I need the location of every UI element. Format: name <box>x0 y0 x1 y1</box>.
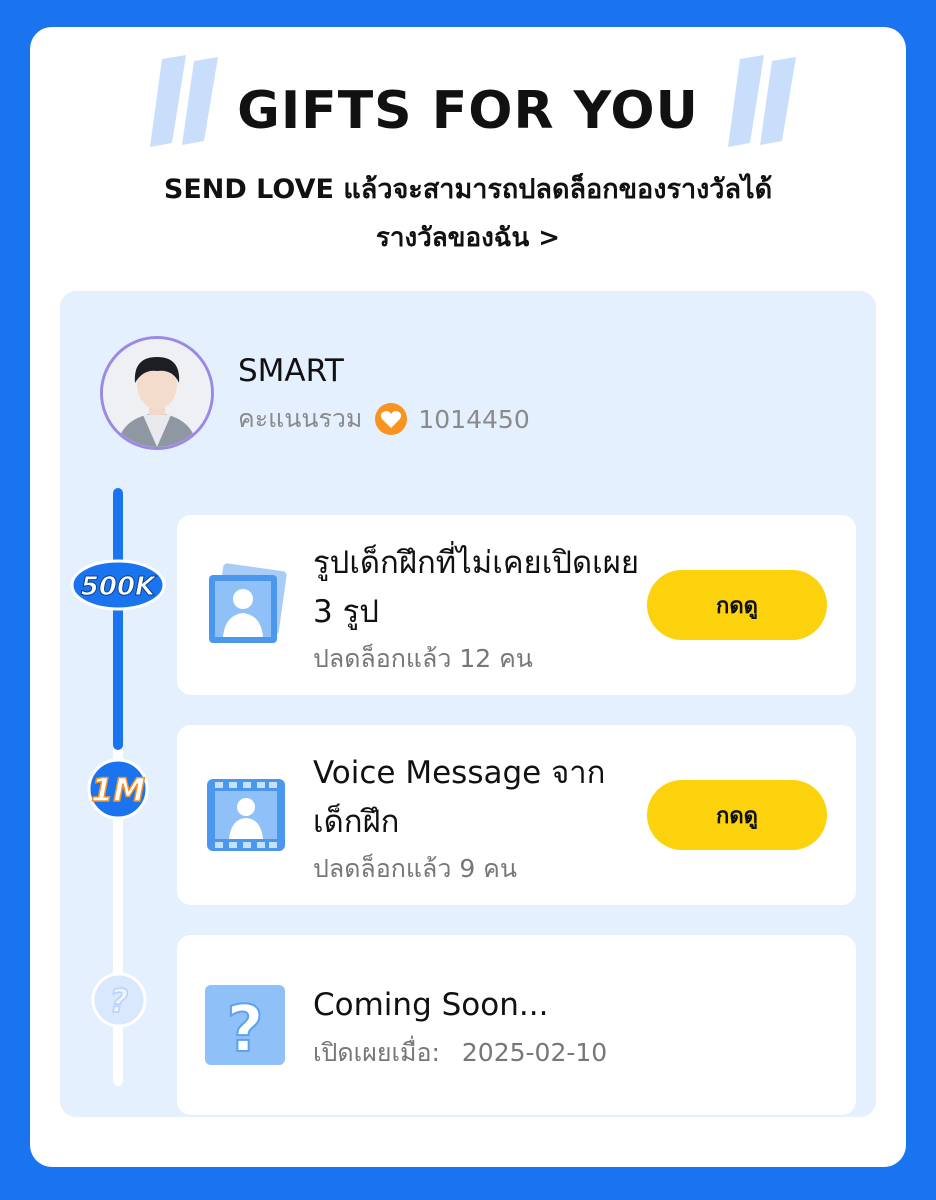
score-label: คะแนนรวม <box>238 404 363 433</box>
profile-name: SMART <box>238 353 344 389</box>
reward-unlock-count: ปลดล็อกแล้ว 9 คน <box>313 854 517 883</box>
milestone-badge-500k: 500K <box>70 559 166 611</box>
page-title: GIFTS FOR YOU <box>237 81 699 141</box>
milestone-label: 1M <box>91 771 145 809</box>
video-icon <box>207 779 285 851</box>
reward-title: Coming Soon... <box>313 987 549 1023</box>
score-value: 1014450 <box>418 404 530 434</box>
reward-unlock-count: ปลดล็อกแล้ว 12 คน <box>313 644 533 673</box>
reward-item: ? Coming Soon... เปิดเผยเมื่อ: 2025-02-1… <box>177 935 856 1115</box>
milestone-badge-locked: ? <box>91 972 147 1028</box>
profile-score: คะแนนรวม 1014450 <box>238 399 530 439</box>
rewards-panel: SMART คะแนนรวม 1014450 500K 1M ? รูปเด็ก… <box>60 291 876 1117</box>
reward-item: รูปเด็กฝึกที่ไม่เคยเปิดเผย 3 รูป ปลดล็อก… <box>177 515 856 695</box>
reveal-date-value: 2025-02-10 <box>461 1038 608 1067</box>
page-subtitle: SEND LOVE แล้วจะสามารถปลดล็อกของรางวัลได… <box>163 174 773 205</box>
svg-text:?: ? <box>226 993 263 1065</box>
milestone-badge-1m: 1M <box>87 758 149 820</box>
reward-title: รูปเด็กฝึกที่ไม่เคยเปิดเผย 3 รูป <box>313 545 640 630</box>
my-rewards-link[interactable]: รางวัลของฉัน > <box>30 217 906 258</box>
view-button[interactable]: กดดู <box>647 570 827 640</box>
milestone-label: ? <box>110 982 129 1020</box>
reward-reveal-date: เปิดเผยเมื่อ: 2025-02-10 <box>313 1033 607 1073</box>
reward-item: Voice Message จาก เด็กฝึก ปลดล็อกแล้ว 9 … <box>177 725 856 905</box>
photo-icon <box>209 563 287 643</box>
timeline-progress <box>113 488 123 750</box>
milestone-label: 500K <box>81 572 157 602</box>
heart-icon <box>374 402 408 436</box>
question-icon: ? <box>205 985 285 1065</box>
gifts-card: GIFTS FOR YOU SEND LOVE แล้วจะสามารถปลดล… <box>30 27 906 1167</box>
view-button[interactable]: กดดู <box>647 780 827 850</box>
reward-title: Voice Message จาก เด็กฝึก <box>313 755 606 840</box>
avatar <box>100 336 214 450</box>
reveal-date-label: เปิดเผยเมื่อ: <box>313 1038 440 1067</box>
